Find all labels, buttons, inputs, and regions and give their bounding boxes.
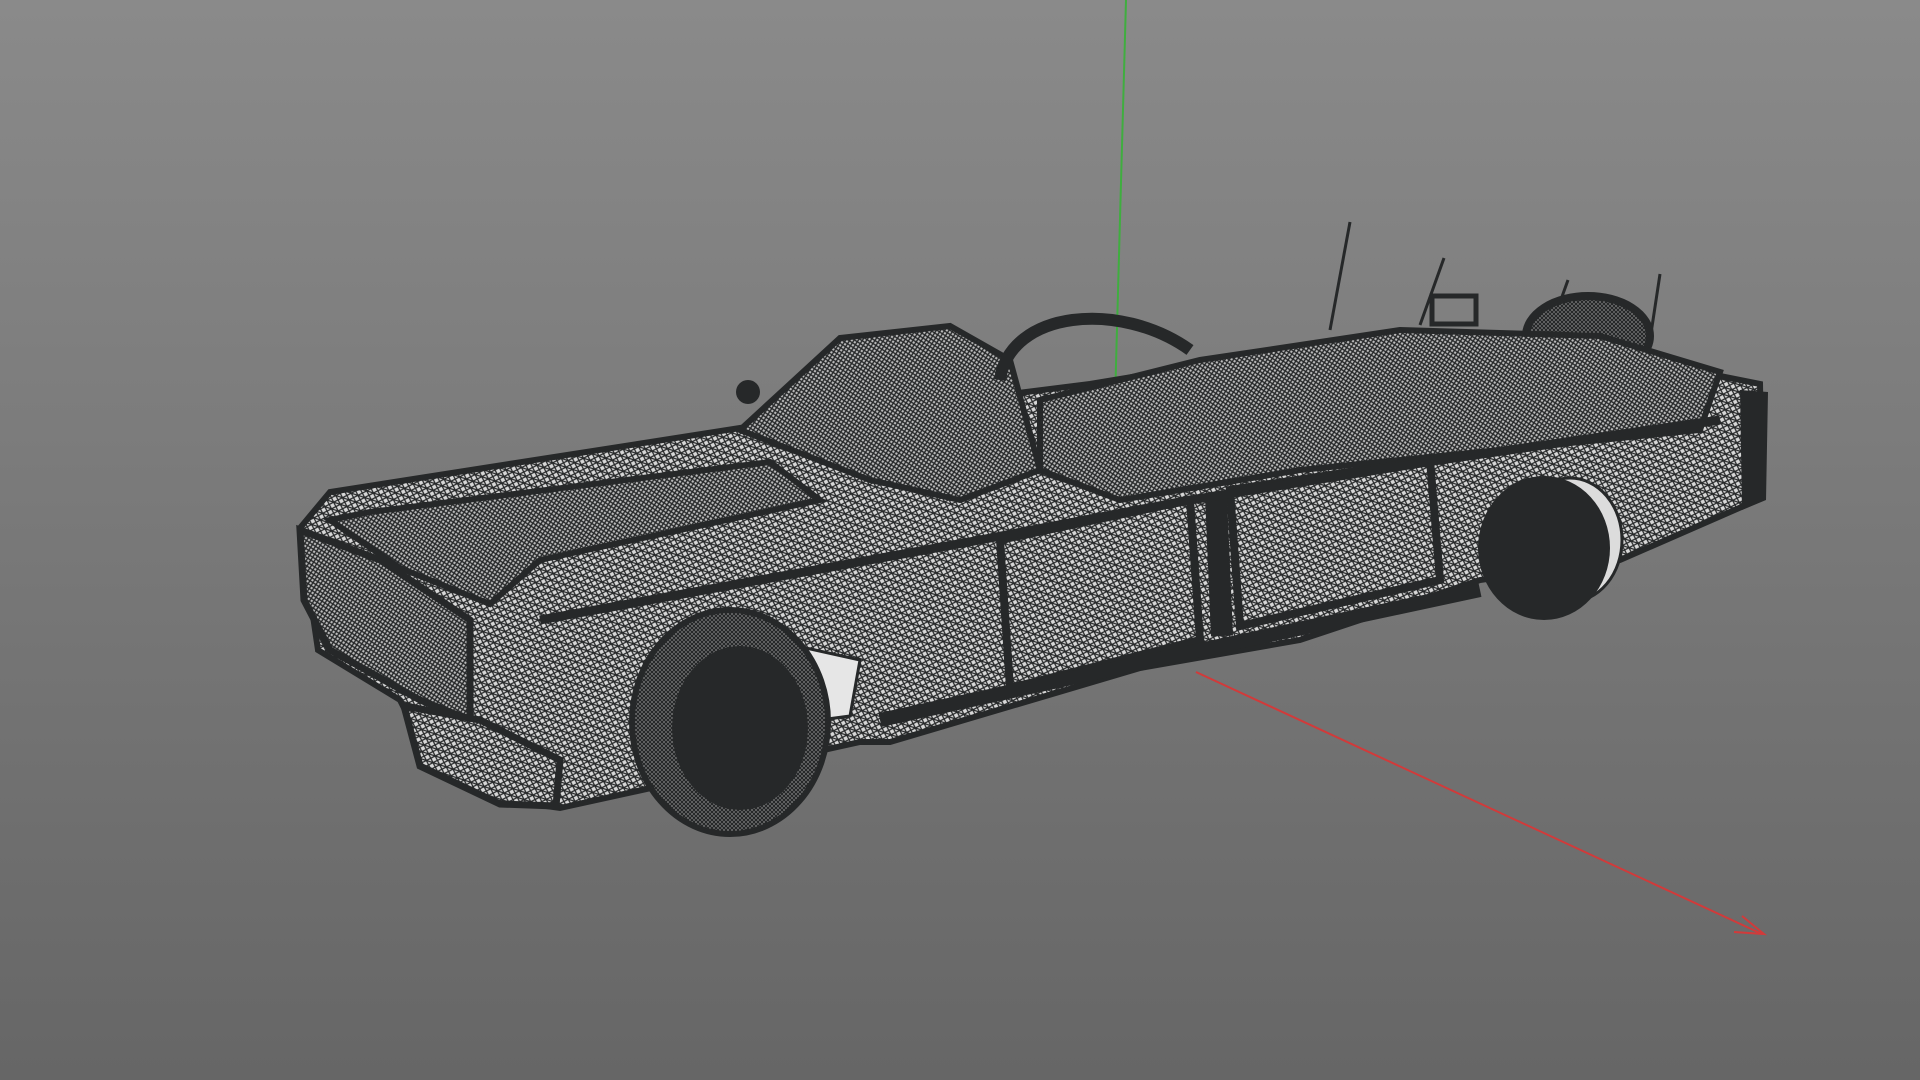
rear-tire <box>1478 476 1610 620</box>
side-mirror <box>736 380 760 404</box>
scene-canvas[interactable] <box>0 0 1920 1080</box>
rear-rack <box>1429 293 1479 327</box>
y-axis-line <box>1113 0 1127 439</box>
antenna <box>1328 221 1352 331</box>
rear-bumper <box>1740 390 1768 510</box>
door-pillar <box>1205 495 1233 637</box>
front-hubcap <box>672 646 808 810</box>
x-axis-line <box>1195 671 1763 935</box>
car-model[interactable] <box>296 221 1768 837</box>
x-axis <box>1195 671 1768 936</box>
3d-viewport[interactable] <box>0 0 1920 1080</box>
x-axis-arrowhead <box>1733 915 1768 936</box>
